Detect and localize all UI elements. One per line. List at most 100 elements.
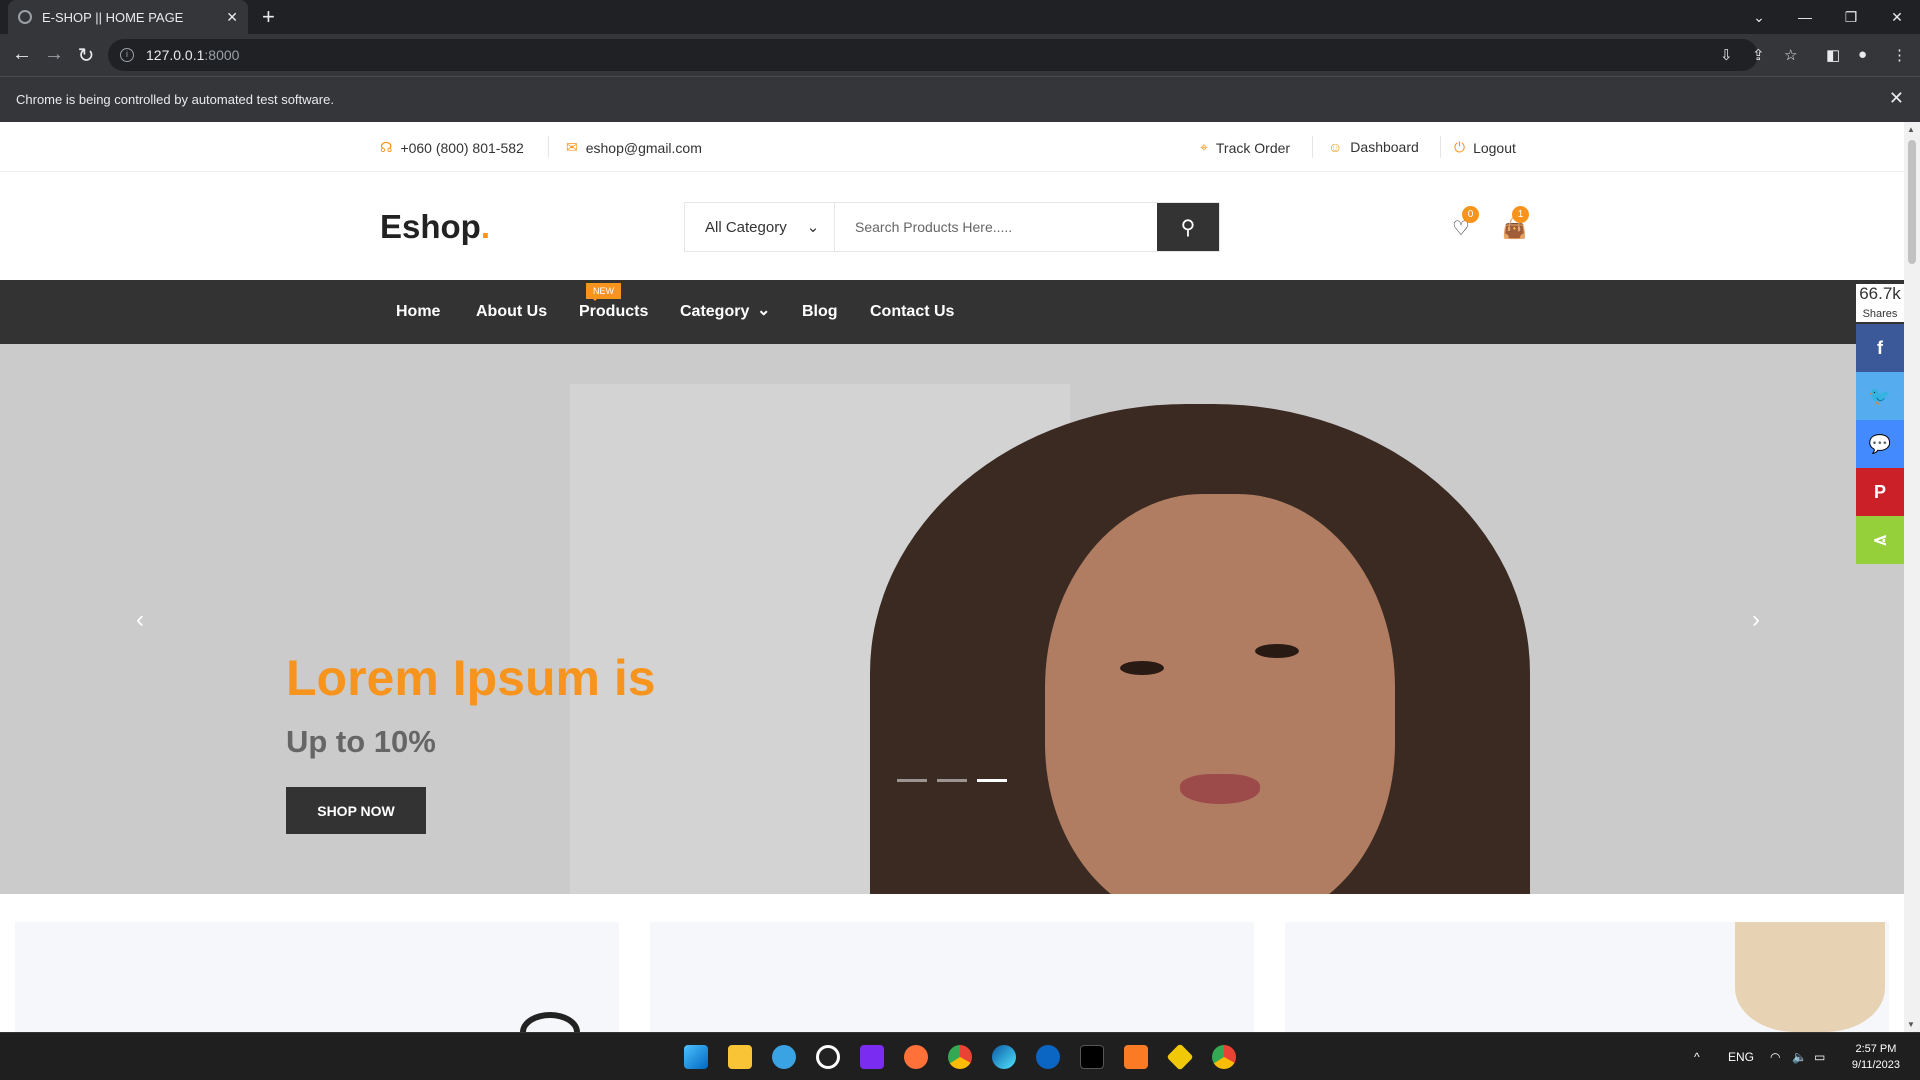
hero-title: Lorem Ipsum is xyxy=(286,650,656,706)
facebook-icon: f xyxy=(1877,337,1883,358)
restore-icon[interactable]: ❐ xyxy=(1828,0,1874,34)
nav-blog[interactable]: Blog xyxy=(802,303,838,321)
tab-search-icon[interactable]: ⌄ xyxy=(1736,0,1782,34)
install-icon[interactable]: ⇩ xyxy=(1720,46,1733,64)
logout-link[interactable]: ⏻ Logout xyxy=(1454,139,1516,156)
category-select[interactable]: All Category ⌄ xyxy=(685,203,835,251)
browser-tab[interactable]: E-SHOP || HOME PAGE ✕ xyxy=(8,0,248,34)
nav-category[interactable]: Category xyxy=(680,303,749,321)
divider xyxy=(1312,136,1313,158)
url-port: :8000 xyxy=(204,47,240,63)
xampp-icon[interactable] xyxy=(1124,1045,1148,1069)
wifi-icon[interactable]: ◠ xyxy=(1770,1050,1780,1064)
browser-tab-bar: E-SHOP || HOME PAGE ✕ + ⌄ — ❐ ✕ xyxy=(0,0,1920,34)
git-icon[interactable] xyxy=(1166,1043,1194,1071)
wishlist-count-badge: 0 xyxy=(1462,206,1479,223)
reload-icon[interactable]: ↻ xyxy=(74,43,98,68)
promo-banner[interactable] xyxy=(650,922,1254,1032)
new-tab-button[interactable]: + xyxy=(262,4,275,30)
windows-taskbar: ^ ENG ◠ 🔈 ▭ 2:57 PM 9/11/2023 xyxy=(0,1032,1920,1080)
side-panel-icon[interactable]: ◧ xyxy=(1826,46,1840,64)
model-banner-image xyxy=(1735,922,1885,1032)
scroll-up-icon[interactable]: ▲ xyxy=(1907,125,1915,134)
system-clock[interactable]: 2:57 PM 9/11/2023 xyxy=(1852,1041,1900,1073)
search-button[interactable]: ⚲ xyxy=(1157,203,1219,251)
chevron-down-icon: ⌄ xyxy=(806,219,820,236)
divider xyxy=(548,136,549,158)
share-page-icon[interactable]: ⇪ xyxy=(1752,46,1765,64)
browser-toolbar: ← → ↻ i 127.0.0.1 :8000 ⇩ ⇪ ☆ ◧ ● ⋮ xyxy=(0,34,1920,76)
new-badge: NEW xyxy=(586,283,621,301)
volume-icon[interactable]: 🔈 xyxy=(1792,1050,1807,1064)
scroll-down-icon[interactable]: ▼ xyxy=(1907,1020,1915,1029)
messaging-icon[interactable] xyxy=(1036,1045,1060,1069)
pycharm-icon[interactable] xyxy=(1080,1045,1104,1069)
tab-title: E-SHOP || HOME PAGE xyxy=(42,9,184,25)
intellij-icon[interactable] xyxy=(860,1045,884,1069)
dashboard-link[interactable]: ☺ Dashboard xyxy=(1328,139,1419,155)
share-count: 66.7k xyxy=(1859,284,1901,303)
prev-slide-icon[interactable]: ‹ xyxy=(136,606,144,634)
logout-label: Logout xyxy=(1473,139,1516,156)
record-icon[interactable] xyxy=(816,1045,840,1069)
chevron-down-icon: ⌄ xyxy=(757,302,771,319)
tray-expand-icon[interactable]: ^ xyxy=(1694,1050,1700,1064)
share-more-button[interactable]: ⋖ xyxy=(1856,516,1904,564)
language-indicator[interactable]: ENG xyxy=(1728,1050,1754,1064)
pinterest-share-button[interactable]: P xyxy=(1856,468,1904,516)
shop-now-button[interactable]: SHOP NOW xyxy=(286,787,426,834)
page-scrollbar[interactable]: ▲ ▼ xyxy=(1904,122,1920,1032)
edge-icon[interactable] xyxy=(992,1045,1016,1069)
profile-icon[interactable]: ● xyxy=(1858,46,1867,63)
hero-model-face xyxy=(1045,494,1395,894)
address-bar[interactable]: i 127.0.0.1 :8000 xyxy=(108,39,1758,71)
site-logo[interactable]: Eshop. xyxy=(380,208,490,246)
model-lips xyxy=(1180,774,1260,804)
slide-indicator[interactable] xyxy=(937,779,967,782)
twitter-share-button[interactable]: 🐦 xyxy=(1856,372,1904,420)
file-explorer-icon[interactable] xyxy=(728,1045,752,1069)
facebook-share-button[interactable]: f xyxy=(1856,324,1904,372)
back-icon[interactable]: ← xyxy=(10,43,34,66)
clock-time: 2:57 PM xyxy=(1855,1043,1897,1055)
chrome-icon[interactable] xyxy=(948,1045,972,1069)
track-order-link[interactable]: ⌖ Track Order xyxy=(1200,139,1290,156)
menu-icon[interactable]: ⋮ xyxy=(1892,46,1907,64)
share-counter: 66.7k Shares xyxy=(1856,284,1904,322)
email-address: eshop@gmail.com xyxy=(585,139,702,156)
page-viewport: ☊ +060 (800) 801-582 ✉ eshop@gmail.com ⌖… xyxy=(0,122,1920,1032)
power-icon: ⏻ xyxy=(1454,139,1466,155)
logo-dot: . xyxy=(480,208,491,245)
phone-number: +060 (800) 801-582 xyxy=(400,139,524,156)
forward-icon[interactable]: → xyxy=(42,43,66,66)
slide-indicator[interactable] xyxy=(977,779,1007,782)
dashboard-label: Dashboard xyxy=(1350,139,1419,155)
paint-icon[interactable] xyxy=(772,1045,796,1069)
search-input[interactable] xyxy=(835,203,1157,251)
close-window-icon[interactable]: ✕ xyxy=(1874,0,1920,34)
nav-about-us[interactable]: About Us xyxy=(476,303,547,321)
battery-icon[interactable]: ▭ xyxy=(1814,1050,1825,1064)
model-eye xyxy=(1255,644,1299,658)
close-infobar-icon[interactable]: ✕ xyxy=(1889,88,1904,109)
nav-home[interactable]: Home xyxy=(396,303,440,321)
phone-info: ☊ +060 (800) 801-582 xyxy=(380,139,524,156)
firefox-icon[interactable] xyxy=(904,1045,928,1069)
chrome-active-icon[interactable] xyxy=(1212,1045,1236,1069)
slide-indicator[interactable] xyxy=(897,779,927,782)
nav-contact-us[interactable]: Contact Us xyxy=(870,303,954,321)
start-icon[interactable] xyxy=(684,1045,708,1069)
site-info-icon[interactable]: i xyxy=(120,48,134,62)
messenger-share-button[interactable]: 💬 xyxy=(1856,420,1904,468)
tab-close-icon[interactable]: ✕ xyxy=(226,9,238,26)
next-slide-icon[interactable]: › xyxy=(1752,606,1760,634)
minimize-icon[interactable]: — xyxy=(1782,0,1828,34)
hero-subtitle: Up to 10% xyxy=(286,724,436,759)
promo-banner[interactable] xyxy=(15,922,619,1032)
nav-products[interactable]: Products xyxy=(579,303,648,321)
bookmark-star-icon[interactable]: ☆ xyxy=(1784,46,1797,64)
scrollbar-thumb[interactable] xyxy=(1908,140,1916,264)
site-header: Eshop. All Category ⌄ ⚲ ♡ 0 👜 1 xyxy=(0,172,1904,280)
top-info-bar: ☊ +060 (800) 801-582 ✉ eshop@gmail.com ⌖… xyxy=(0,122,1904,172)
promo-banner[interactable] xyxy=(1285,922,1889,1032)
